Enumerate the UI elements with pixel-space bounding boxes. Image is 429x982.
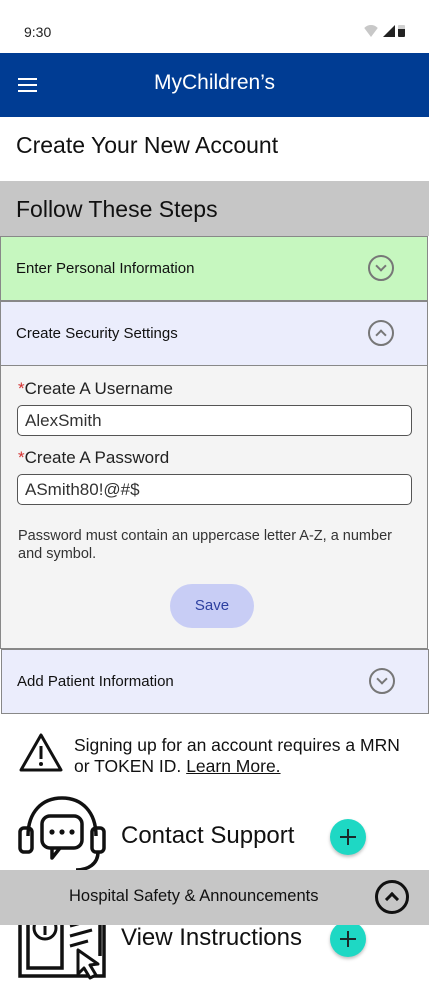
steps-header-text: Follow These Steps	[16, 196, 218, 222]
required-marker: *	[18, 448, 25, 467]
chevron-down-icon[interactable]	[368, 255, 394, 281]
required-marker: *	[18, 379, 25, 398]
chevron-down-icon[interactable]	[369, 668, 395, 694]
learn-more-link[interactable]: Learn More.	[186, 756, 280, 776]
status-bar: 9:30	[0, 0, 429, 53]
view-instructions-plus-button[interactable]	[330, 921, 366, 957]
battery-icon	[398, 25, 405, 37]
status-time: 9:30	[24, 24, 52, 40]
app-title: MyChildren’s	[154, 71, 275, 94]
username-label: *Create A Username	[18, 379, 173, 399]
cell-signal-icon	[383, 25, 395, 37]
step-label: Enter Personal Information	[16, 260, 195, 277]
username-input[interactable]	[17, 405, 412, 436]
status-icons	[362, 25, 405, 37]
password-input[interactable]	[17, 474, 412, 505]
step-security-settings[interactable]: Create Security Settings	[0, 301, 428, 366]
password-label: *Create A Password	[18, 448, 169, 468]
chevron-up-icon[interactable]	[368, 320, 394, 346]
chevron-up-icon[interactable]	[375, 880, 409, 914]
contact-support-label: Contact Support	[121, 822, 295, 849]
app-bar: MyChildren’s	[0, 53, 429, 117]
security-settings-panel: *Create A Username *Create A Password Pa…	[0, 366, 428, 649]
password-hint: Password must contain an uppercase lette…	[18, 528, 392, 562]
page-title: Create Your New Account	[16, 132, 279, 158]
view-instructions-label: View Instructions	[121, 924, 302, 951]
step-label: Create Security Settings	[16, 325, 178, 342]
save-button[interactable]: Save	[170, 584, 254, 628]
mrn-notice: Signing up for an account requires a MRN…	[0, 728, 429, 788]
contact-support-row[interactable]: Contact Support	[0, 790, 429, 880]
step-label: Add Patient Information	[17, 673, 174, 690]
step-personal-information[interactable]: Enter Personal Information	[0, 236, 428, 301]
password-label-text: Create A Password	[24, 448, 170, 467]
contact-support-plus-button[interactable]	[330, 819, 366, 855]
warning-icon	[19, 733, 63, 772]
notice-text: Signing up for an account requires a MRN…	[74, 735, 414, 777]
wifi-icon	[362, 25, 380, 37]
safety-announcements-banner[interactable]: Hospital Safety & Announcements	[0, 870, 429, 925]
step-patient-information[interactable]: Add Patient Information	[1, 649, 429, 714]
support-headset-icon	[18, 796, 106, 872]
banner-label: Hospital Safety & Announcements	[69, 887, 319, 905]
steps-header: Follow These Steps	[0, 181, 429, 236]
username-label-text: Create A Username	[24, 379, 173, 398]
